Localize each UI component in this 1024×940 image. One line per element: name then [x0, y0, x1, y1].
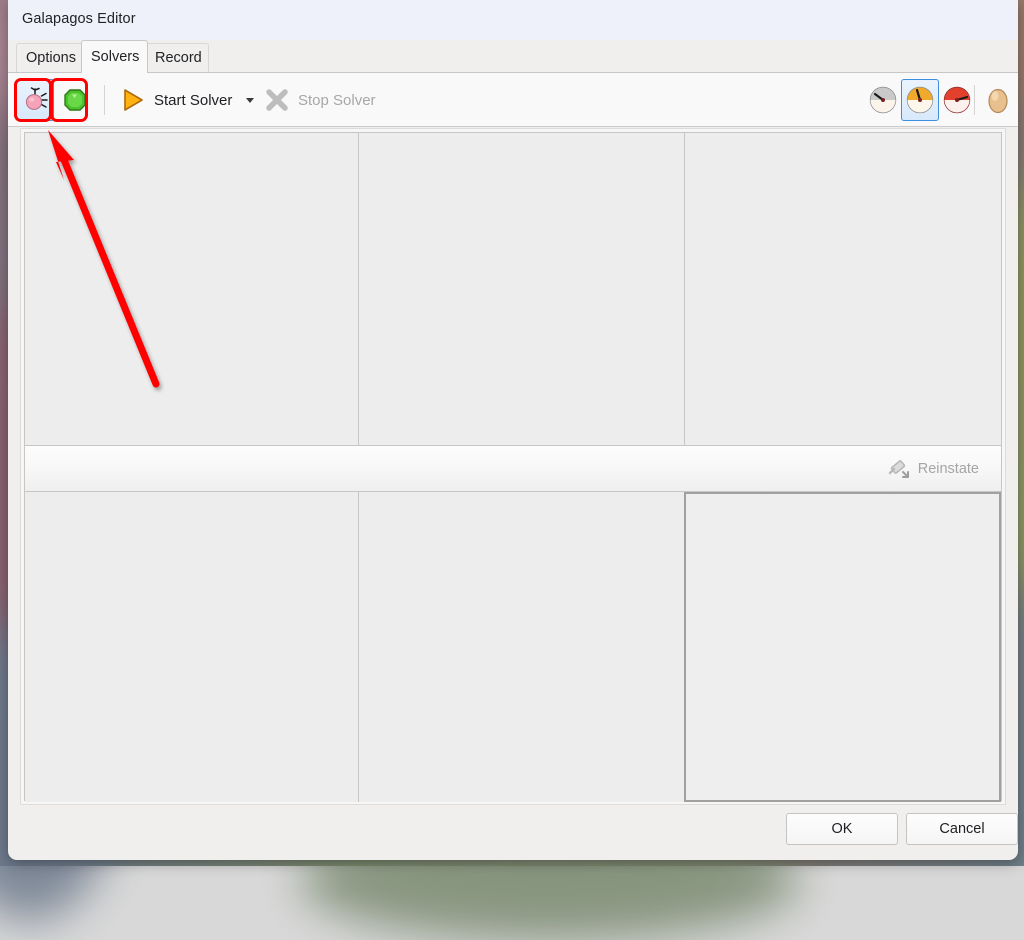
window-title: Galapagos Editor — [22, 11, 136, 27]
fitness-graph-panel[interactable] — [25, 133, 358, 445]
play-icon — [120, 87, 146, 113]
genome-detail-panel[interactable] — [358, 492, 684, 802]
panel-container: Reinstate — [24, 132, 1002, 801]
dialog-footer: OK Cancel — [8, 805, 1018, 860]
population-panel[interactable] — [358, 133, 684, 445]
start-solver-label: Start Solver — [154, 92, 232, 109]
annealing-solver-button[interactable] — [56, 79, 94, 121]
gauge-medium-icon — [905, 85, 935, 115]
tab-record-label: Record — [155, 50, 202, 66]
reinstate-button[interactable]: Reinstate — [881, 454, 985, 484]
gauge-slow-icon — [868, 85, 898, 115]
chevron-down-icon[interactable] — [246, 98, 254, 103]
solver-toolbar: Start Solver Stop Solver — [8, 72, 1018, 127]
speed-fast-button[interactable] — [938, 79, 976, 121]
genome-map-panel[interactable] — [684, 133, 1001, 445]
stop-solver-button[interactable]: Stop Solver — [264, 79, 376, 121]
solver-content-area: Reinstate — [20, 128, 1006, 805]
tab-solvers[interactable]: Solvers — [81, 40, 148, 73]
toolbar-separator-1 — [104, 85, 105, 115]
toolbar-separator-2 — [974, 85, 975, 115]
start-solver-button[interactable]: Start Solver — [120, 79, 254, 121]
tab-solvers-label: Solvers — [91, 49, 139, 65]
syringe-icon — [887, 457, 911, 481]
tab-options-label: Options — [26, 50, 76, 66]
stop-solver-label: Stop Solver — [298, 92, 376, 109]
genome-list-panel[interactable] — [25, 492, 358, 802]
top-panel-row — [25, 133, 1001, 445]
reinstate-bar: Reinstate — [25, 445, 1001, 492]
bug-icon — [22, 87, 48, 113]
tab-options[interactable]: Options — [16, 43, 84, 72]
egg-button[interactable] — [979, 79, 1017, 121]
evolutionary-solver-button[interactable] — [16, 79, 54, 121]
preview-panel[interactable] — [684, 492, 1001, 802]
tab-strip: Options Solvers Record — [8, 40, 1018, 72]
speed-slow-button[interactable] — [864, 79, 902, 121]
gauge-fast-icon — [942, 85, 972, 115]
title-bar: Galapagos Editor — [8, 0, 1018, 40]
galapagos-editor-dialog: Galapagos Editor Options Solvers Record — [8, 0, 1018, 860]
tab-record[interactable]: Record — [145, 43, 209, 72]
cancel-button[interactable]: Cancel — [906, 813, 1018, 845]
egg-icon — [985, 85, 1011, 115]
ok-button[interactable]: OK — [786, 813, 898, 845]
gem-icon — [62, 87, 88, 113]
reinstate-label: Reinstate — [918, 461, 979, 477]
cross-icon — [264, 87, 290, 113]
speed-medium-button[interactable] — [901, 79, 939, 121]
bottom-panel-row — [25, 492, 1001, 802]
